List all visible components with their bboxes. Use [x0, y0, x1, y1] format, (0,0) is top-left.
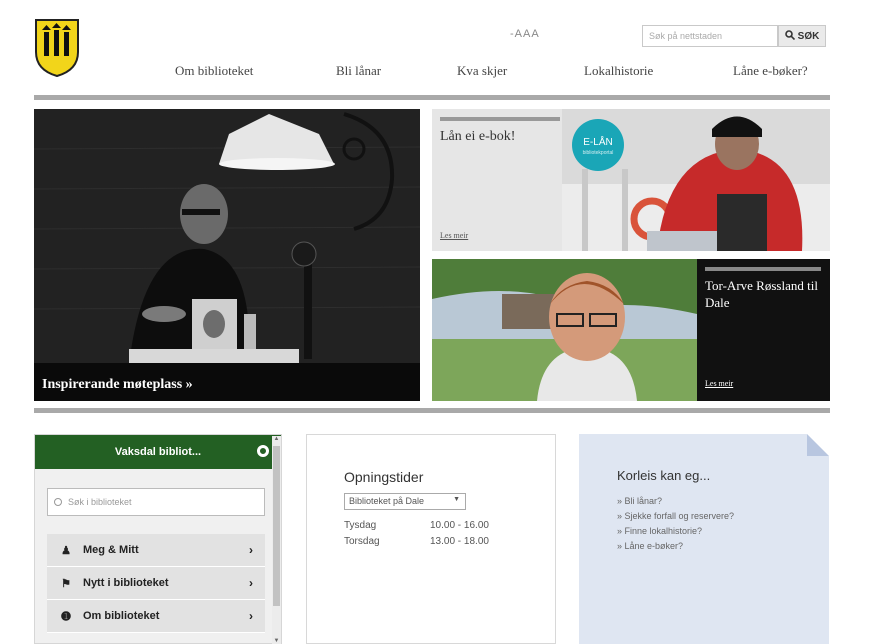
search-button[interactable]: SØK [778, 25, 826, 47]
event-teaser-panel: Tor-Arve Røssland til Dale Les meir [697, 259, 830, 401]
menu-item-label: Nytt i biblioteket [83, 577, 169, 589]
menu-item-nytt[interactable]: ⚑ Nytt i biblioteket › [47, 567, 265, 600]
nav-kva-skjer[interactable]: Kva skjer [457, 63, 507, 79]
user-icon: ♟ [61, 544, 71, 557]
gear-icon[interactable] [257, 445, 269, 457]
text-size-control[interactable]: -AAA [510, 28, 540, 40]
event-photo [432, 259, 697, 401]
chevron-right-icon: › [249, 609, 253, 623]
search-icon [784, 29, 795, 43]
hours-time: 13.00 - 18.00 [430, 536, 489, 547]
elan-badge-sub: bibliotekportal [582, 150, 614, 156]
how-to-box: Korleis kan eg... Bli lånar? Sjekke forf… [579, 434, 829, 644]
elan-badge-label: E-LÅN [583, 137, 613, 148]
chevron-right-icon: › [249, 576, 253, 590]
chevron-right-icon: › [249, 543, 253, 557]
page-fold-corner [807, 434, 829, 456]
table-row: Torsdag 13.00 - 18.00 [344, 535, 489, 551]
how-to-link[interactable]: Låne e-bøker? [617, 541, 734, 551]
teaser-stripe [705, 267, 821, 271]
menu-item-label: Om biblioteket [83, 610, 160, 622]
hero-divider [34, 408, 830, 413]
event-teaser-title[interactable]: Tor-Arve Røssland til Dale [705, 277, 825, 311]
library-search-input[interactable]: Søk i biblioteket [47, 488, 265, 516]
scrollbar-thumb[interactable] [273, 446, 280, 606]
menu-item-label: Meg & Mitt [83, 544, 139, 556]
nav-lokalhistorie[interactable]: Lokalhistorie [584, 63, 653, 79]
ebook-photo: E-LÅN bibliotekportal [562, 109, 830, 251]
how-to-link[interactable]: Finne lokalhistorie? [617, 526, 734, 536]
main-nav: Om biblioteket Bli lånar Kva skjer Lokal… [160, 63, 840, 83]
nav-bli-lanar[interactable]: Bli lånar [336, 63, 381, 79]
hero-photo [34, 109, 420, 401]
library-menu: ♟ Meg & Mitt › ⚑ Nytt i biblioteket › ➊ … [47, 534, 265, 633]
how-to-title: Korleis kan eg... [617, 468, 711, 483]
library-branch-select[interactable]: Biblioteket på Dale ▼ [344, 493, 466, 510]
search-button-label: SØK [797, 30, 820, 42]
widget-scrollbar[interactable]: ▲ ▼ [272, 436, 281, 644]
scroll-down-icon[interactable]: ▼ [272, 638, 281, 644]
library-widget: Vaksdal bibliot... Søk i biblioteket ♟ M… [34, 434, 282, 644]
ebook-teaser-title[interactable]: Lån ei e-bok! [440, 129, 515, 145]
library-widget-header[interactable]: Vaksdal bibliot... [35, 435, 281, 469]
event-read-more-link[interactable]: Les meir [705, 379, 733, 388]
opening-hours-title: Opningstider [344, 469, 424, 485]
nav-om-biblioteket[interactable]: Om biblioteket [175, 63, 253, 79]
ebook-teaser[interactable]: Lån ei e-bok! Les meir E-LÅN bibliotekpo… [432, 109, 830, 251]
how-to-link[interactable]: Sjekke forfall og reservere? [617, 511, 735, 521]
how-to-links: Bli lånar? Sjekke forfall og reservere? … [617, 496, 735, 556]
info-icon: ➊ [61, 610, 71, 623]
municipality-logo[interactable] [34, 18, 80, 78]
hours-day: Tysdag [344, 520, 377, 531]
ebook-read-more-link[interactable]: Les meir [440, 231, 468, 240]
hours-day: Torsdag [344, 536, 380, 547]
nav-lane-e-boker[interactable]: Låne e-bøker? [733, 63, 808, 79]
event-teaser[interactable]: Tor-Arve Røssland til Dale Les meir [432, 259, 830, 401]
library-search-placeholder: Søk i biblioteket [68, 497, 132, 507]
chevron-down-icon: ▼ [453, 496, 460, 503]
opening-hours-table: Tysdag 10.00 - 16.00 Torsdag 13.00 - 18.… [344, 519, 489, 551]
opening-hours-box: Opningstider Biblioteket på Dale ▼ Tysda… [306, 434, 556, 644]
menu-item-om-biblioteket[interactable]: ➊ Om biblioteket › [47, 600, 265, 633]
library-widget-title: Vaksdal bibliot... [114, 446, 202, 458]
how-to-link[interactable]: Bli lånar? [617, 496, 734, 506]
menu-item-meg-og-mitt[interactable]: ♟ Meg & Mitt › [47, 534, 265, 567]
megaphone-icon: ⚑ [61, 577, 71, 590]
hero-caption[interactable]: Inspirerande møteplass » [42, 377, 193, 393]
hero-main-banner[interactable]: Inspirerande møteplass » [34, 109, 420, 401]
site-search-input[interactable]: Søk på nettstaden [642, 25, 778, 47]
scroll-up-icon[interactable]: ▲ [272, 436, 281, 442]
header-divider [34, 95, 830, 100]
search-icon [54, 498, 62, 506]
teaser-stripe [440, 117, 560, 121]
table-row: Tysdag 10.00 - 16.00 [344, 519, 489, 535]
elan-badge: E-LÅN bibliotekportal [572, 119, 624, 171]
library-branch-value: Biblioteket på Dale [349, 496, 425, 506]
hours-time: 10.00 - 16.00 [430, 520, 489, 531]
